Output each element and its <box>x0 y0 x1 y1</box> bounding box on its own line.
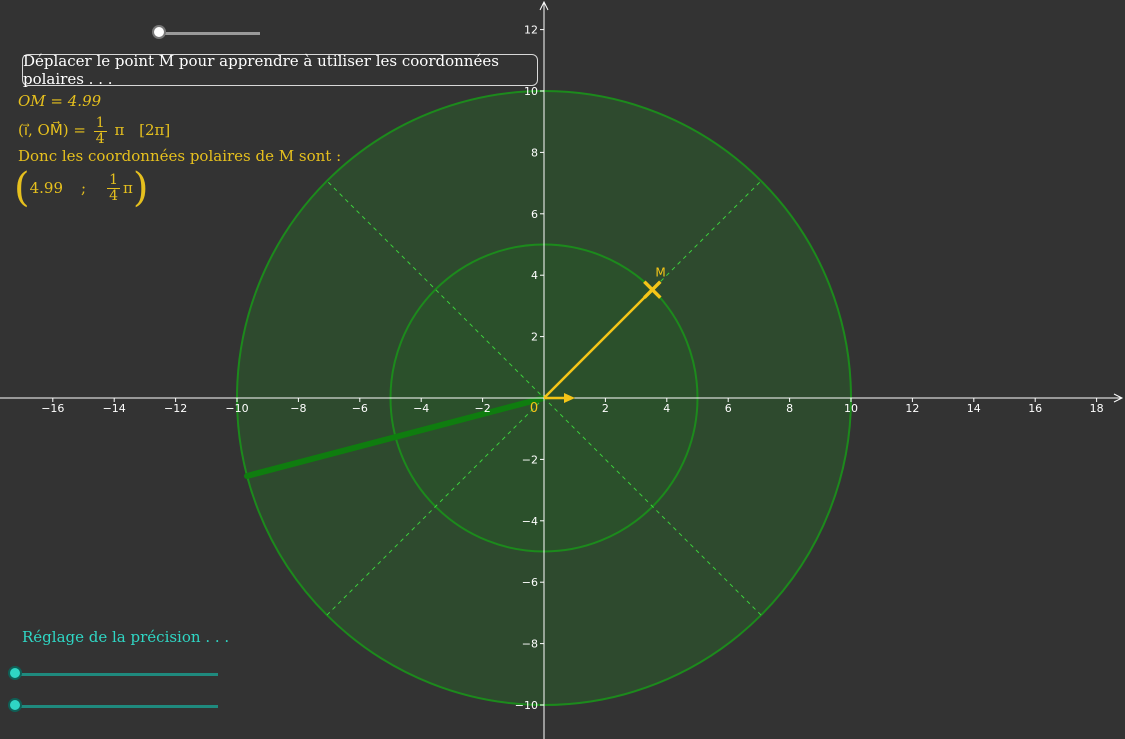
top-slider-knob[interactable] <box>152 25 166 39</box>
right-paren: ) <box>132 165 149 211</box>
x-tick-label: −12 <box>164 402 187 415</box>
coord-radius: 4.99 <box>29 178 64 197</box>
angle-readout: (i⃗, OM⃗) = 1 4 π [2π] <box>18 116 170 146</box>
x-tick-label: 6 <box>725 402 732 415</box>
angle-denominator: 4 <box>95 130 105 147</box>
x-tick-label: −8 <box>290 402 306 415</box>
coord-separator: ; <box>81 178 87 197</box>
coord-fraction: 1 4 <box>107 173 120 203</box>
angle-pi: π <box>114 121 125 140</box>
instruction-box: Déplacer le point M pour apprendre à uti… <box>22 52 538 88</box>
origin-label: 0 <box>530 401 538 416</box>
x-tick-label: 8 <box>786 402 793 415</box>
precision-slider-1-knob[interactable] <box>8 666 22 680</box>
y-tick-label: −4 <box>522 515 538 528</box>
x-tick-label: −16 <box>41 402 64 415</box>
angle-prefix: (i⃗, OM⃗) = <box>18 121 86 140</box>
om-value-text: OM = 4.99 <box>18 92 102 110</box>
precision-label: Réglage de la précision . . . <box>22 628 230 646</box>
top-slider[interactable] <box>152 25 262 40</box>
x-tick-label: −4 <box>413 402 429 415</box>
om-readout: OM = 4.99 <box>18 94 101 109</box>
y-tick-label: −2 <box>522 453 538 466</box>
precision-slider-2[interactable] <box>8 698 220 713</box>
x-tick-label: 14 <box>967 402 981 415</box>
precision-slider-2-knob[interactable] <box>8 698 22 712</box>
x-tick-label: 12 <box>905 402 919 415</box>
precision-slider-2-track[interactable] <box>14 705 218 708</box>
x-tick-label: −10 <box>225 402 248 415</box>
top-slider-track[interactable] <box>158 32 260 35</box>
y-tick-label: −10 <box>515 699 538 712</box>
x-tick-label: 2 <box>602 402 609 415</box>
coord-pi: π <box>123 178 133 197</box>
x-tick-label: 10 <box>844 402 858 415</box>
coord-denominator: 4 <box>109 187 118 204</box>
polar-coordinates: ( 4.99 ; 1 4 π ) <box>14 168 148 208</box>
y-tick-label: 12 <box>524 24 538 37</box>
x-tick-label: −2 <box>474 402 490 415</box>
precision-slider-1-track[interactable] <box>14 673 218 676</box>
x-tick-label: 16 <box>1028 402 1042 415</box>
left-paren: ( <box>14 165 30 211</box>
y-tick-label: 4 <box>531 269 538 282</box>
angle-numerator: 1 <box>93 115 107 132</box>
y-tick-label: −8 <box>522 638 538 651</box>
angle-fraction: 1 4 <box>93 115 107 147</box>
x-tick-label: −6 <box>352 402 368 415</box>
instruction-text: Déplacer le point M pour apprendre à uti… <box>23 52 499 88</box>
point-m-label: M <box>655 266 665 280</box>
y-tick-label: 8 <box>531 146 538 159</box>
x-tick-label: 4 <box>663 402 670 415</box>
coord-numerator: 1 <box>107 171 120 189</box>
y-tick-label: 6 <box>531 208 538 221</box>
y-tick-label: −6 <box>522 576 538 589</box>
y-tick-label: 2 <box>531 331 538 344</box>
conclusion-label: Donc les coordonnées polaires de M sont … <box>18 147 342 165</box>
x-tick-label: −14 <box>103 402 126 415</box>
precision-slider-1[interactable] <box>8 666 220 681</box>
angle-modulo: [2π] <box>139 121 171 140</box>
conclusion-text: Donc les coordonnées polaires de M sont … <box>18 149 341 164</box>
x-tick-label: 18 <box>1090 402 1104 415</box>
